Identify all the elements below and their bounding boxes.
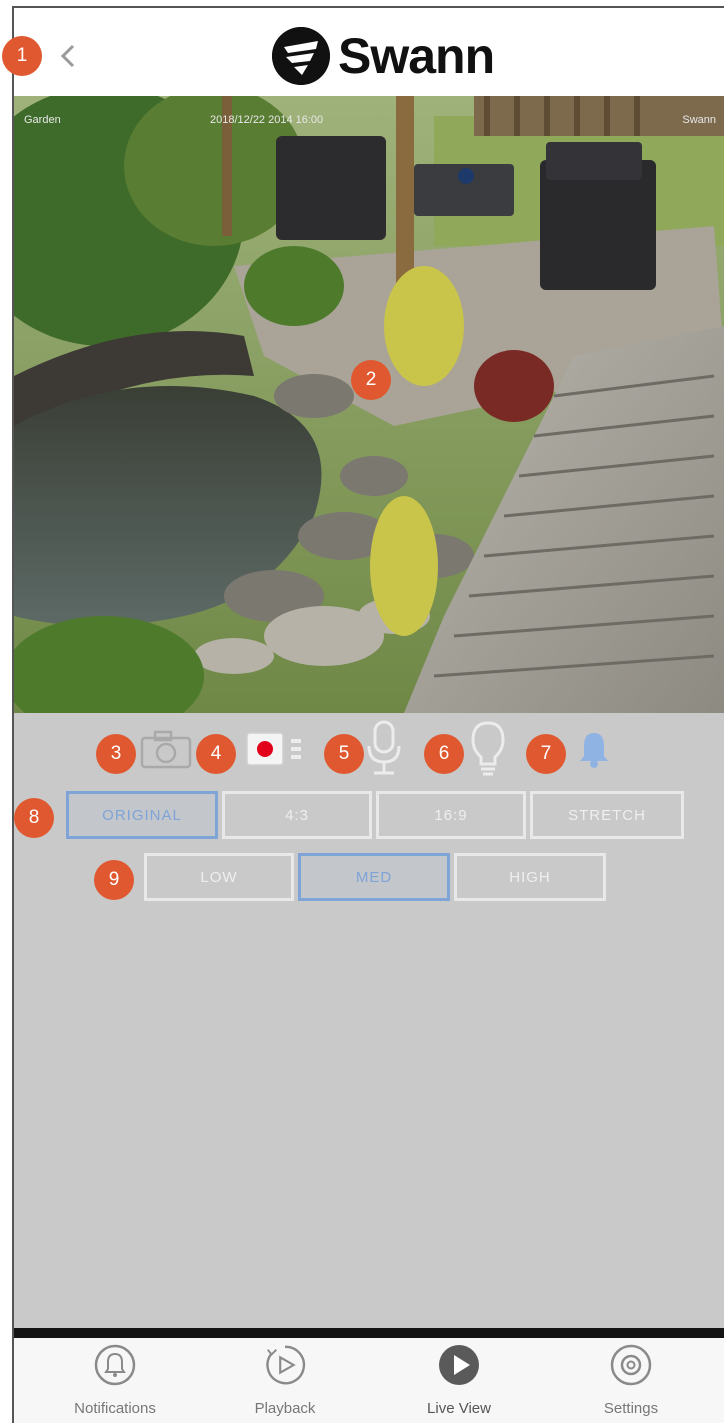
timestamp-overlay: 2018/12/22 2014 16:00 (210, 114, 324, 126)
alarm-button[interactable] (576, 729, 612, 769)
gear-icon (608, 1342, 654, 1388)
play-filled-icon (436, 1342, 482, 1388)
aspect-ratio-selector: ORIGINAL 4:3 16:9 STRETCH (66, 791, 688, 839)
control-panel: ORIGINAL 4:3 16:9 STRETCH LOW MED HIGH (14, 713, 724, 1328)
tab-playback[interactable]: Playback (220, 1342, 350, 1417)
record-icon (246, 732, 301, 766)
callout-badge: 3 (96, 734, 136, 774)
swann-logo: Swann (272, 26, 495, 86)
quality-high-button[interactable]: HIGH (454, 853, 606, 901)
tab-notifications[interactable]: Notifications (50, 1342, 180, 1417)
bell-circle-icon (92, 1342, 138, 1388)
microphone-icon (367, 720, 401, 775)
callout-badge: 2 (351, 360, 391, 400)
tabbar-divider (14, 1328, 724, 1338)
microphone-button[interactable] (364, 719, 404, 777)
camera-name-overlay: Garden (24, 114, 61, 126)
quality-low-button[interactable]: LOW (144, 853, 294, 901)
tab-playback-label: Playback (254, 1400, 316, 1417)
aspect-4-3-button[interactable]: 4:3 (222, 791, 372, 839)
aspect-original-button[interactable]: ORIGINAL (66, 791, 218, 839)
bottom-tab-bar: Notifications Playback Live View Setting… (14, 1338, 724, 1423)
back-button[interactable] (50, 38, 86, 74)
light-bulb-icon (471, 721, 505, 776)
tab-settings[interactable]: Settings (566, 1342, 696, 1417)
light-button[interactable] (468, 719, 508, 779)
snapshot-button[interactable] (138, 727, 194, 771)
brand-name: Swann (338, 28, 495, 84)
aspect-stretch-button[interactable]: STRETCH (530, 791, 684, 839)
callout-badge: 6 (424, 734, 464, 774)
callout-badge: 9 (94, 860, 134, 900)
live-video-feed[interactable]: Garden 2018/12/22 2014 16:00 Swann (14, 96, 724, 713)
play-outline-icon (262, 1342, 308, 1388)
callout-badge: 7 (526, 734, 566, 774)
chevron-left-icon (60, 44, 75, 68)
channel-overlay: Swann (682, 114, 716, 126)
aspect-16-9-button[interactable]: 16:9 (376, 791, 526, 839)
callout-badge: 4 (196, 734, 236, 774)
garden-scene-image (14, 96, 724, 713)
camera-snapshot-icon (140, 730, 192, 769)
phone-screen: Swann Garden 2018/12/22 2014 16:00 Swann… (0, 0, 724, 1423)
app-header: Swann (14, 8, 724, 96)
quality-selector: LOW MED HIGH (144, 853, 610, 901)
callout-badge: 1 (2, 36, 42, 76)
tab-live-view[interactable]: Live View (394, 1342, 524, 1417)
callout-badge: 8 (14, 798, 54, 838)
callout-badge: 5 (324, 734, 364, 774)
tab-live-view-label: Live View (427, 1400, 491, 1417)
tab-settings-label: Settings (603, 1400, 659, 1417)
record-button[interactable] (240, 727, 310, 771)
swann-logo-mark (272, 27, 330, 85)
tab-notifications-label: Notifications (74, 1400, 156, 1417)
bell-icon (580, 733, 608, 768)
quality-med-button[interactable]: MED (298, 853, 450, 901)
